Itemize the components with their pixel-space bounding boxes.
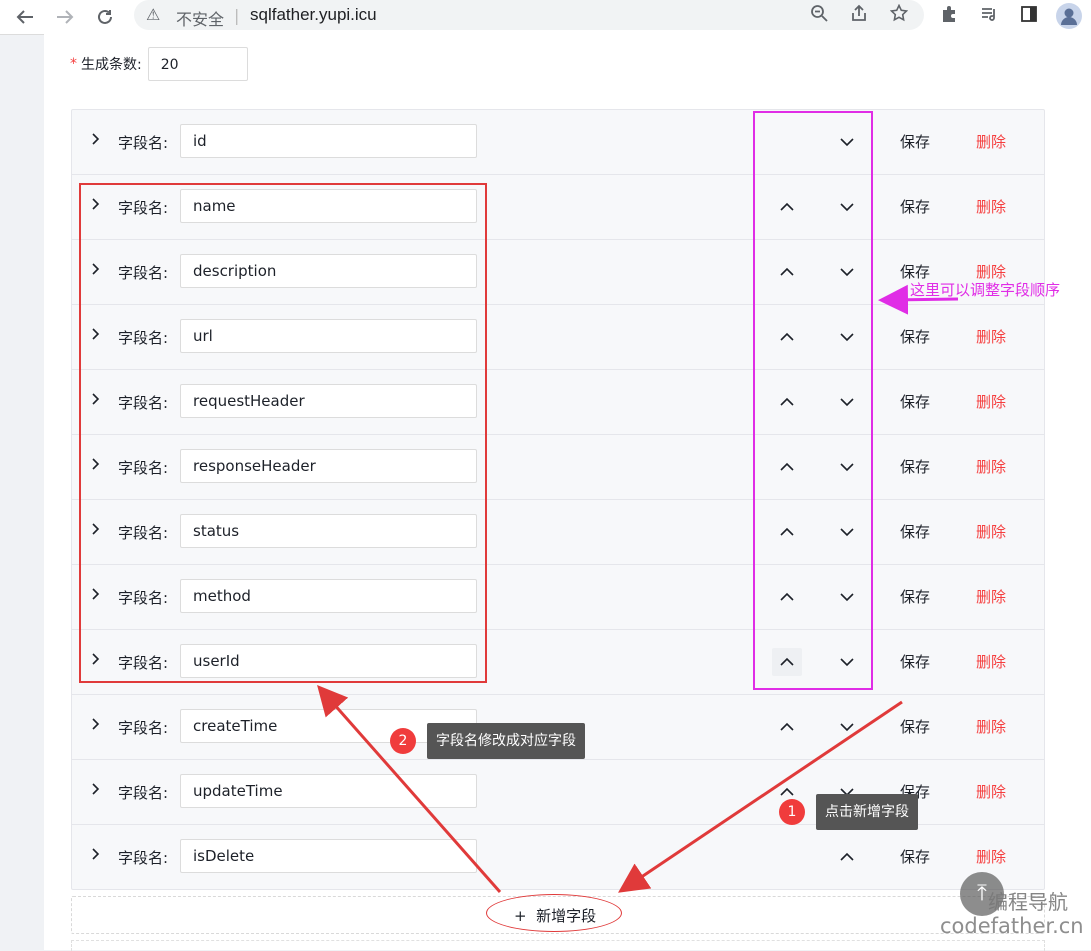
arrow-to-reorder (878, 284, 959, 315)
watermark-domain: codefather.cn (940, 914, 1084, 938)
watermark-title: 编程导航 (988, 890, 1068, 914)
step-2-badge: 2 (390, 728, 416, 754)
step-1-tooltip: 点击新增字段 (816, 794, 918, 830)
step-2-tooltip: 字段名修改成对应字段 (427, 723, 585, 759)
step-1-badge: 1 (779, 799, 805, 825)
annotation-arrows (317, 284, 959, 893)
